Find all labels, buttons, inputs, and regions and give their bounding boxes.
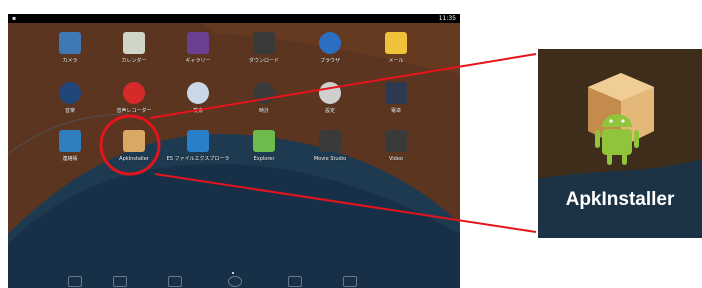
apkinstaller-large-icon[interactable] bbox=[582, 67, 660, 177]
callout-line-bottom bbox=[154, 173, 537, 233]
zoom-callout-panel: ApkInstaller bbox=[538, 49, 702, 238]
zoom-app-label: ApkInstaller bbox=[565, 189, 675, 210]
highlight-circle bbox=[99, 114, 161, 176]
package-box-icon bbox=[588, 73, 654, 165]
callout-line-top bbox=[149, 53, 537, 119]
